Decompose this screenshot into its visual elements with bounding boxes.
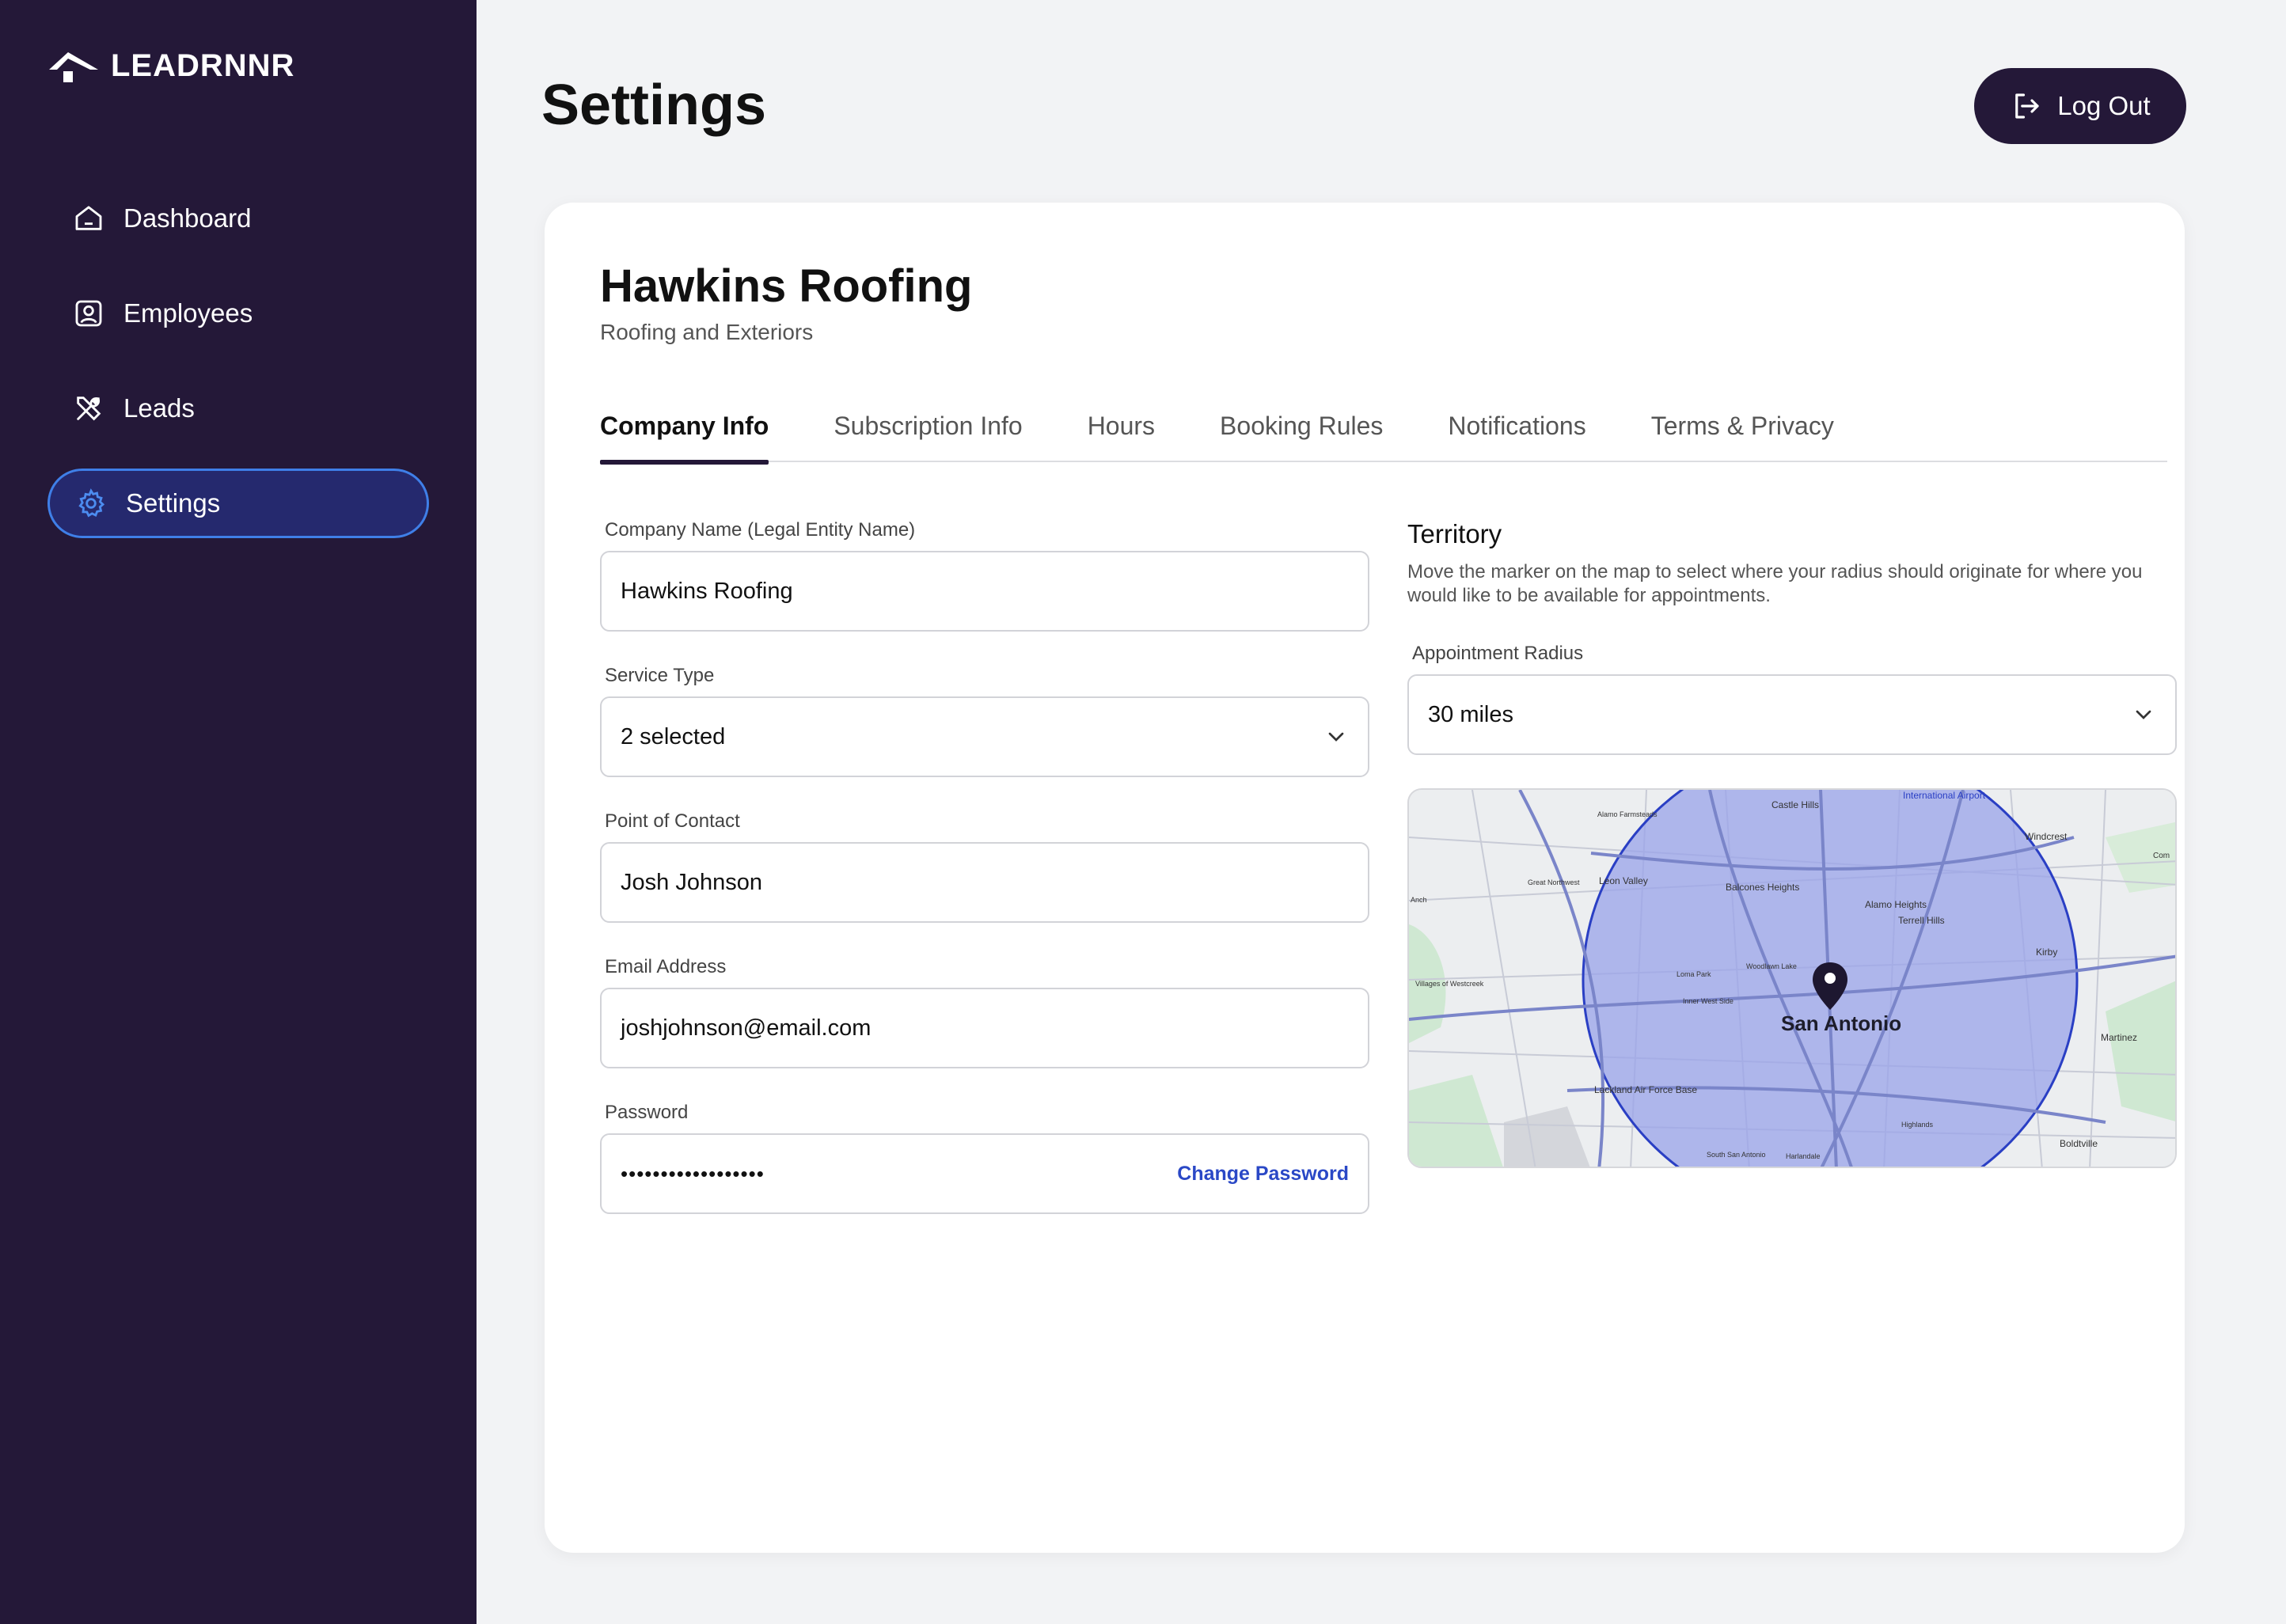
map-label: Com [2153,852,2170,860]
company-name-input[interactable]: Hawkins Roofing [600,551,1369,632]
chevron-down-icon [2136,710,2151,719]
company-name-label: Company Name (Legal Entity Name) [605,519,916,541]
map-label: Alamo Heights [1865,899,1927,910]
service-type-select[interactable]: 2 selected [600,696,1369,777]
sidebar-item-label: Employees [123,298,253,328]
tab-terms-privacy[interactable]: Terms & Privacy [1651,407,1834,462]
company-name-heading: Hawkins Roofing [600,260,973,312]
map-label: Lackland Air Force Base [1594,1084,1698,1095]
map-label: Villages of Westcreek [1415,980,1484,988]
email-field: Email Address joshjohnson@email.com [600,956,1369,1068]
contact-input[interactable]: Josh Johnson [600,842,1369,923]
map-label: Castle Hills [1771,799,1820,810]
main-content: Settings Log Out Hawkins Roofing Roofing… [477,0,2286,1624]
service-type-label: Service Type [605,665,715,686]
email-label: Email Address [605,956,727,977]
company-subtitle: Roofing and Exteriors [600,320,814,344]
map-label: Great Northwest [1528,878,1580,886]
logout-label: Log Out [2057,91,2151,120]
sidebar-item-label: Settings [126,488,221,518]
territory-description: Move the marker on the map to select whe… [1407,561,2143,606]
brand-name: LEADRNNR [111,47,295,83]
map-city-label: San Antonio [1781,1011,1902,1035]
page-title: Settings [541,74,767,137]
map-label: Inner West Side [1683,997,1733,1005]
map-canvas [1409,790,2175,1167]
home-icon [71,201,106,236]
chevron-down-icon [1328,732,1344,742]
tab-hours[interactable]: Hours [1088,407,1155,462]
sidebar-item-settings[interactable]: Settings [47,469,429,538]
sidebar-item-dashboard[interactable]: Dashboard [47,184,429,253]
map-label: Windcrest [2025,831,2068,842]
map-label: Alamo Farmsteads [1597,810,1658,818]
tab-company-info[interactable]: Company Info [600,407,769,465]
settings-card: Hawkins Roofing Roofing and Exteriors Co… [545,203,2185,1553]
tab-booking-rules[interactable]: Booking Rules [1220,407,1383,462]
map-label: Anch [1411,896,1427,904]
territory-map[interactable]: Castle Hills International Airport Alamo… [1407,788,2177,1168]
brand-logo[interactable]: LEADRNNR [47,47,294,84]
territory-section: Territory Move the marker on the map to … [1407,519,2177,1168]
password-value: •••••••••••••••••• [621,1161,765,1186]
logout-button[interactable]: Log Out [1974,68,2186,144]
tab-subscription-info[interactable]: Subscription Info [834,407,1022,462]
email-value: joshjohnson@email.com [621,1015,871,1041]
radius-label: Appointment Radius [1412,643,1584,664]
radius-value: 30 miles [1428,701,1513,727]
contact-value: Josh Johnson [621,869,762,895]
change-password-link[interactable]: Change Password [1177,1163,1349,1186]
map-label: Terrell Hills [1898,915,1945,926]
sidebar: LEADRNNR Dashboard Employees Leads Setti… [0,0,477,1624]
tools-icon [71,391,106,426]
gear-icon [74,486,108,521]
settings-tabs: Company Info Subscription Info Hours Boo… [600,407,2167,465]
company-info-form: Company Name (Legal Entity Name) Hawkins… [600,519,1369,1247]
territory-title: Territory [1407,519,1502,548]
map-label: Highlands [1901,1121,1934,1129]
sidebar-item-employees[interactable]: Employees [47,279,429,348]
contact-label: Point of Contact [605,810,740,832]
map-label: Balcones Heights [1726,882,1800,893]
company-name-field: Company Name (Legal Entity Name) Hawkins… [600,519,1369,632]
tab-notifications[interactable]: Notifications [1448,407,1585,462]
radius-field: Appointment Radius 30 miles [1407,643,2177,755]
service-type-field: Service Type 2 selected [600,665,1369,777]
map-label: Harlandale [1786,1152,1821,1160]
password-field: Password •••••••••••••••••• Change Passw… [600,1102,1369,1214]
email-input[interactable]: joshjohnson@email.com [600,988,1369,1068]
map-label: Woodlawn Lake [1746,962,1797,970]
password-input[interactable]: •••••••••••••••••• Change Password [600,1133,1369,1214]
user-badge-icon [71,296,106,331]
map-label: International Airport [1903,790,1986,801]
house-logo-icon [49,52,98,82]
map-label: Leon Valley [1599,875,1648,886]
map-label: Kirby [2036,947,2058,958]
sidebar-item-label: Dashboard [123,203,252,233]
company-name-value: Hawkins Roofing [621,578,793,604]
contact-field: Point of Contact Josh Johnson [600,810,1369,923]
password-label: Password [605,1102,689,1123]
sidebar-nav: Dashboard Employees Leads Settings [47,184,429,563]
map-label: Loma Park [1677,970,1711,978]
sidebar-item-label: Leads [123,393,195,423]
map-label: Martinez [2101,1032,2138,1043]
logout-icon [2015,93,2039,119]
map-label: South San Antonio [1707,1151,1766,1159]
map-label: Boldtville [2060,1138,2098,1149]
radius-select[interactable]: 30 miles [1407,674,2177,755]
sidebar-item-leads[interactable]: Leads [47,374,429,443]
service-type-value: 2 selected [621,723,726,749]
